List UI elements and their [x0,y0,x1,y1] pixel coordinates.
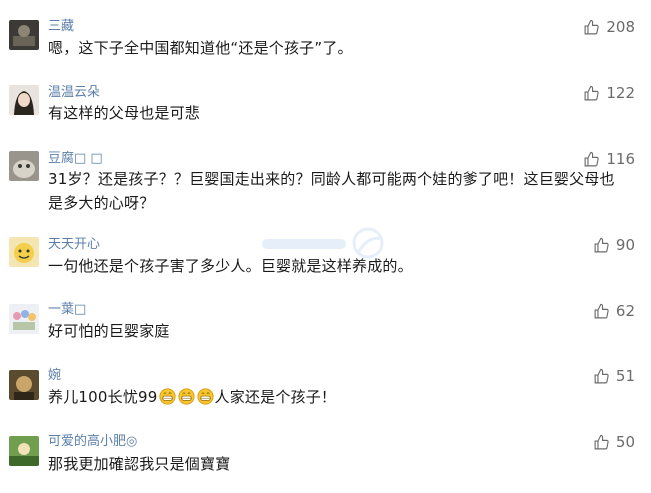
like-count: 50 [615,433,635,451]
like-button[interactable]: 50 [593,433,635,451]
like-button[interactable]: 122 [583,84,635,102]
comment-text-part: 养儿100长忧99 [48,388,158,406]
comment-list: 三藏 嗯，这下子全中国都知道他“还是个孩子”了。 208 温温云朵 有这样的父母… [0,0,651,493]
comment-text: 31岁？还是孩子？？巨婴国走出来的？同龄人都可能两个娃的爹了吧！这巨婴父母也是多… [48,170,615,212]
like-button[interactable]: 51 [593,367,635,385]
grinning-face-icon [177,388,195,405]
username[interactable]: 天天开心 [48,237,100,253]
like-count: 51 [615,367,635,385]
avatar[interactable] [9,237,39,267]
thumbs-up-icon [593,434,610,451]
username[interactable]: 三藏 [48,19,74,35]
like-count: 116 [606,150,635,168]
username[interactable]: 婉 [48,368,61,384]
comment-text: 有这样的父母也是可悲 [48,104,201,122]
comment-text: 好可怕的巨婴家庭 [48,322,170,340]
like-button[interactable]: 90 [593,236,635,254]
like-count: 62 [615,302,635,320]
like-button[interactable]: 208 [583,18,635,36]
avatar[interactable] [9,304,39,334]
thumbs-up-icon [593,303,610,320]
username[interactable]: 可爱的高小肥◎ [48,434,137,450]
grinning-face-icon [158,388,176,405]
comment-text: 养儿100长忧99 人家还是个孩子！ [48,385,628,409]
avatar[interactable] [9,85,39,115]
like-count: 122 [606,84,635,102]
username[interactable]: 温温云朵 [48,85,100,101]
comment-text-part: 人家还是个孩子！ [214,388,337,406]
thumbs-up-icon [583,19,600,36]
like-count: 208 [606,18,635,36]
like-count: 90 [615,236,635,254]
avatar[interactable] [9,436,39,466]
grinning-face-icon [196,388,214,405]
comment-text: 那我更加確認我只是個寶寶 [48,455,231,473]
avatar[interactable] [9,151,39,181]
thumbs-up-icon [593,368,610,385]
thumbs-up-icon [583,85,600,102]
username[interactable]: 豆腐□ □ [48,151,103,167]
comment-text: 一句他还是个孩子害了多少人。巨婴就是这样养成的。 [48,257,413,275]
avatar[interactable] [9,370,39,400]
like-button[interactable]: 116 [583,150,635,168]
comment-text: 嗯，这下子全中国都知道他“还是个孩子”了。 [48,39,353,57]
thumbs-up-icon [593,237,610,254]
avatar[interactable] [9,20,39,50]
username[interactable]: 一葉□ [48,302,86,318]
thumbs-up-icon [583,151,600,168]
like-button[interactable]: 62 [593,302,635,320]
